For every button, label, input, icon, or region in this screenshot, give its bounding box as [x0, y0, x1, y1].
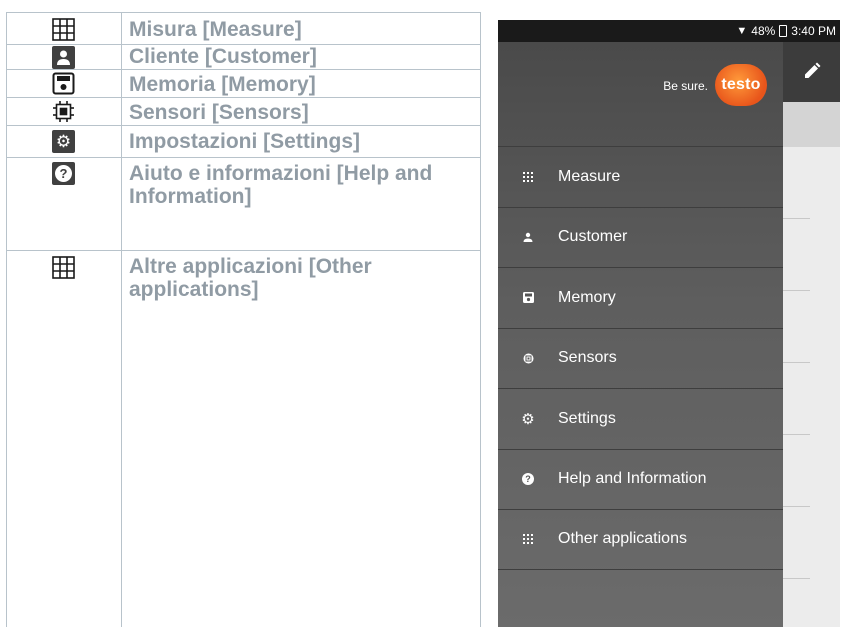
legend-label-sensors: Sensori [Sensors] [129, 101, 309, 124]
battery-icon [779, 25, 788, 37]
legend-label-customer: Cliente [Customer] [129, 45, 317, 68]
list-divider [783, 506, 810, 507]
phone-screenshot: ▼ 48% 3:40 PM Be sure. testo Measure Cus… [498, 20, 840, 627]
menu-item-sensors[interactable]: Sensors [498, 327, 783, 389]
menu-label: Other applications [558, 530, 687, 548]
row-divider [6, 157, 481, 158]
help-icon: ? [498, 473, 558, 486]
grid-icon [498, 534, 558, 545]
navigation-drawer: Be sure. testo Measure Customer Memory S… [498, 42, 783, 627]
menu-label: Customer [558, 228, 628, 246]
menu-item-memory[interactable]: Memory [498, 267, 783, 328]
gear-icon: ⚙ [6, 130, 121, 153]
list-divider [783, 362, 810, 363]
row-divider [6, 97, 481, 98]
menu-label: Settings [558, 409, 616, 427]
list-divider [783, 434, 810, 435]
menu-label: Help and Information [558, 470, 707, 488]
menu-item-customer[interactable]: Customer [498, 206, 783, 268]
table-column-divider [121, 12, 122, 627]
clock: 3:40 PM [791, 24, 836, 38]
grid-icon [6, 256, 121, 279]
list-divider [783, 578, 810, 579]
grid-icon [498, 171, 558, 182]
list-divider [783, 290, 810, 291]
menu-item-settings[interactable]: ⚙ Settings [498, 388, 783, 449]
person-icon [6, 46, 121, 69]
menu-item-measure[interactable]: Measure [498, 146, 783, 207]
menu-label: Memory [558, 288, 616, 306]
app-subbar [783, 102, 840, 147]
menu-item-other-apps[interactable]: Other applications [498, 509, 783, 570]
menu-item-help[interactable]: ? Help and Information [498, 448, 783, 510]
testo-logo: testo [715, 64, 767, 106]
sensor-chip-icon [6, 100, 121, 123]
brand-tagline: Be sure. [663, 79, 708, 93]
legend-label-other-apps: Altre applicazioni [Other applications] [129, 255, 372, 301]
grid-icon [6, 18, 121, 41]
wifi-icon: ▼ [736, 25, 748, 37]
menu-label: Measure [558, 167, 621, 185]
edit-pencil-icon[interactable] [803, 62, 821, 80]
list-divider [783, 218, 810, 219]
app-bar [783, 42, 840, 102]
battery-level: 48% [751, 24, 776, 38]
gear-icon: ⚙ [521, 410, 535, 428]
icon-legend-table: Misura [Measure] Cliente [Customer] Memo… [6, 12, 481, 627]
menu-label: Sensors [558, 349, 617, 367]
table-border-right [480, 12, 481, 627]
help-icon: ? [6, 162, 121, 185]
row-divider [6, 69, 481, 70]
save-icon [498, 292, 558, 304]
sensor-icon [498, 353, 558, 364]
table-border-top [6, 12, 481, 13]
legend-label-measure: Misura [Measure] [129, 18, 302, 41]
legend-label-help: Aiuto e informazioni [Help and Informati… [129, 162, 433, 208]
person-icon [498, 232, 558, 243]
logo-text: testo [721, 76, 761, 93]
save-icon [6, 72, 121, 95]
row-divider [6, 250, 481, 251]
drawer-menu: Measure Customer Memory Sensors ⚙ Settin… [498, 146, 783, 570]
row-divider [6, 125, 481, 126]
drawer-header: Be sure. testo [498, 42, 783, 126]
legend-label-settings: Impostazioni [Settings] [129, 130, 360, 153]
legend-label-memory: Memoria [Memory] [129, 73, 316, 96]
status-bar: ▼ 48% 3:40 PM [498, 20, 840, 42]
